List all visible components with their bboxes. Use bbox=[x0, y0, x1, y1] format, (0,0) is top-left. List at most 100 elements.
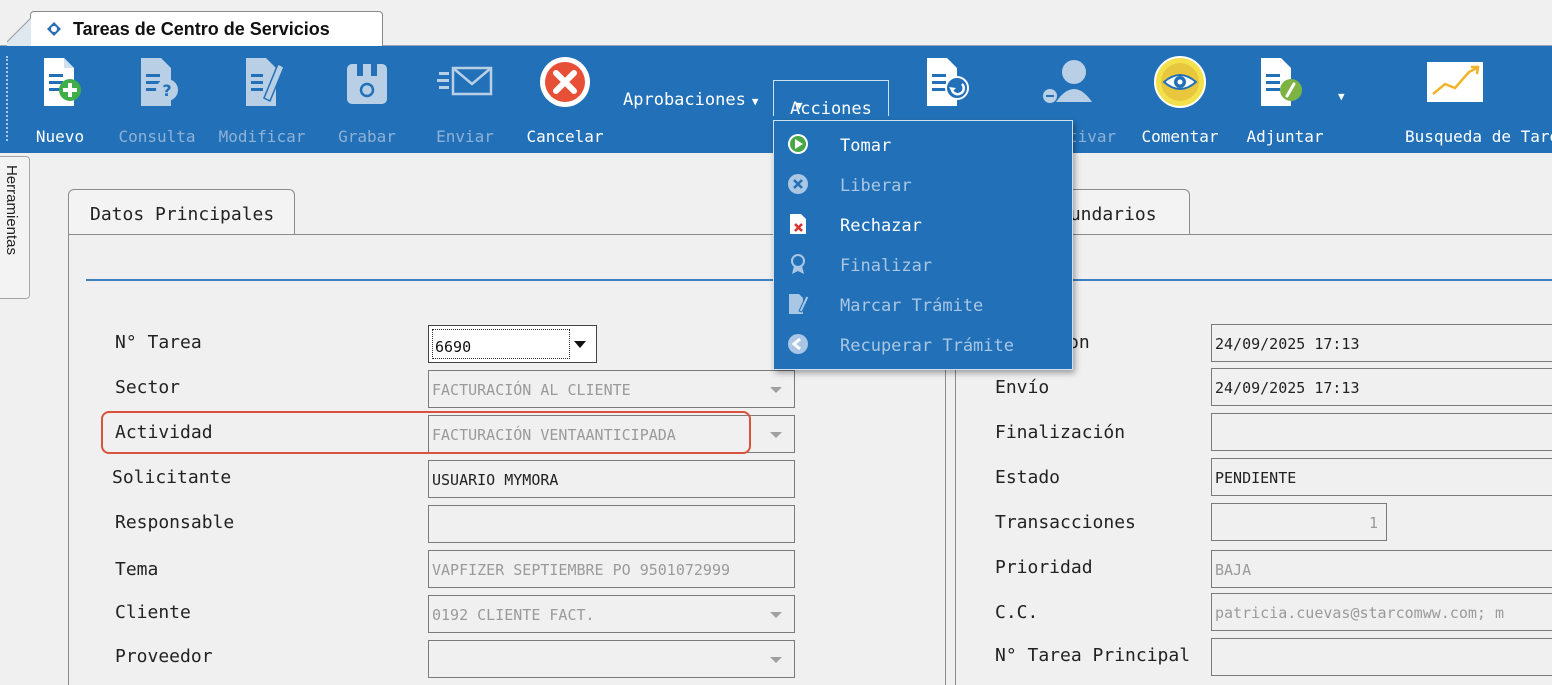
window-title-tab[interactable]: Tareas de Centro de Servicios bbox=[7, 11, 383, 47]
grabar-button[interactable]: Grabar bbox=[337, 54, 397, 146]
chevron-down-icon: ▼ bbox=[751, 95, 759, 108]
solicitante-value: USUARIO MYMORA bbox=[432, 471, 559, 489]
document-mark-icon bbox=[789, 294, 809, 314]
document-reject-icon bbox=[790, 214, 806, 234]
tema-label: Tema bbox=[115, 559, 159, 580]
menu-item-marcar-tramite-label: Marcar Trámite bbox=[840, 296, 984, 316]
mail-send-icon bbox=[437, 66, 493, 96]
acciones-menu[interactable]: Acciones ▼ bbox=[773, 80, 889, 119]
menu-item-liberar[interactable]: Liberar bbox=[774, 164, 1072, 204]
user-icon bbox=[1043, 60, 1092, 103]
document-return-icon bbox=[927, 58, 969, 106]
chevron-down-icon[interactable] bbox=[574, 341, 586, 348]
eye-icon bbox=[1154, 56, 1206, 108]
chevron-down-icon bbox=[770, 657, 782, 663]
menu-item-finalizar[interactable]: Finalizar bbox=[774, 244, 1072, 284]
creacion-field[interactable]: 24/09/2025 17:13 bbox=[1211, 324, 1552, 362]
consulta-label: Consulta bbox=[118, 127, 196, 146]
menu-item-rechazar-label: Rechazar bbox=[840, 216, 922, 236]
aprobaciones-menu[interactable]: Aprobaciones ▼ bbox=[623, 90, 758, 110]
consulta-button[interactable]: ? Consulta bbox=[118, 54, 196, 146]
save-icon bbox=[347, 64, 387, 104]
tarea-principal-label: N° Tarea Principal bbox=[995, 645, 1191, 666]
aprobaciones-label: Aprobaciones bbox=[623, 90, 746, 110]
finalizacion-field[interactable] bbox=[1211, 413, 1552, 451]
cc-value: patricia.cuevas@starcomww.com; m bbox=[1215, 604, 1504, 622]
cancelar-button[interactable]: Cancelar bbox=[526, 54, 604, 146]
adjuntar-button[interactable]: Adjuntar bbox=[1246, 54, 1324, 146]
enviar-label: Enviar bbox=[436, 127, 494, 146]
menu-item-finalizar-label: Finalizar bbox=[840, 256, 933, 276]
menu-item-recuperar-tramite[interactable]: Recuperar Trámite bbox=[774, 324, 1072, 364]
busqueda-tareas-label: Busqueda de Tareas bbox=[1405, 127, 1552, 146]
tarea-principal-field[interactable] bbox=[1211, 638, 1552, 676]
left-section-line bbox=[86, 279, 786, 281]
proveedor-select[interactable] bbox=[428, 640, 795, 678]
responsable-field[interactable] bbox=[428, 505, 795, 543]
chart-search-icon bbox=[1427, 62, 1483, 102]
solicitante-field[interactable]: USUARIO MYMORA bbox=[428, 460, 795, 498]
menu-item-recuperar-tramite-label: Recuperar Trámite bbox=[840, 336, 1014, 356]
envio-value: 24/09/2025 17:13 bbox=[1215, 379, 1360, 397]
cancel-icon bbox=[540, 57, 590, 107]
estado-label: Estado bbox=[995, 467, 1061, 488]
app-logo-icon bbox=[47, 22, 61, 36]
window-title: Tareas de Centro de Servicios bbox=[73, 19, 330, 39]
arrow-back-icon bbox=[788, 334, 808, 354]
cliente-select[interactable]: 0192 CLIENTE FACT. bbox=[428, 595, 795, 633]
adjuntar-label: Adjuntar bbox=[1246, 127, 1324, 146]
envio-label: Envío bbox=[995, 377, 1050, 398]
prioridad-field[interactable]: BAJA bbox=[1211, 550, 1552, 588]
comentar-label: Comentar bbox=[1141, 127, 1219, 146]
adjuntar-dropdown-icon[interactable]: ▼ bbox=[1338, 90, 1345, 103]
cc-label: C.C. bbox=[995, 602, 1039, 623]
modificar-button[interactable]: Modificar bbox=[219, 54, 305, 146]
transacciones-value: 1 bbox=[1368, 514, 1378, 532]
estado-field[interactable]: PENDIENTE bbox=[1211, 458, 1552, 496]
play-icon bbox=[788, 134, 808, 154]
document-add-icon bbox=[44, 58, 81, 106]
responsable-label: Responsable bbox=[115, 512, 235, 533]
tab-datos-principales-label: Datos Principales bbox=[90, 204, 275, 225]
chevron-down-icon bbox=[770, 387, 782, 393]
solicitante-label: Solicitante bbox=[112, 467, 232, 488]
cliente-value: 0192 CLIENTE FACT. bbox=[432, 606, 595, 624]
menu-item-tomar[interactable]: Tomar bbox=[774, 124, 1072, 164]
tarea-select-value: 6690 bbox=[432, 329, 570, 359]
svg-text:?: ? bbox=[162, 81, 171, 100]
toolbar-grip[interactable] bbox=[6, 56, 9, 141]
tarea-select[interactable]: 6690 bbox=[428, 325, 597, 363]
document-query-icon: ? bbox=[141, 58, 178, 106]
sector-select[interactable]: FACTURACIÓN AL CLIENTE bbox=[428, 370, 795, 408]
busqueda-tareas-button[interactable]: Busqueda de Tareas bbox=[1405, 54, 1552, 146]
cc-field[interactable]: patricia.cuevas@starcomww.com; m bbox=[1211, 593, 1552, 631]
tema-value: VAPFIZER SEPTIEMBRE PO 9501072999 bbox=[432, 561, 731, 579]
tab-datos-secundarios-label: cundarios bbox=[1059, 204, 1157, 225]
herramientas-label: Herramientas bbox=[3, 165, 20, 256]
comentar-button[interactable]: Comentar bbox=[1141, 54, 1219, 146]
prioridad-value: BAJA bbox=[1215, 561, 1252, 579]
transacciones-field[interactable]: 1 bbox=[1211, 503, 1387, 541]
proveedor-label: Proveedor bbox=[115, 646, 213, 667]
estado-value: PENDIENTE bbox=[1215, 469, 1297, 487]
chevron-down-icon bbox=[770, 432, 782, 438]
nuevo-button[interactable]: Nuevo bbox=[30, 54, 90, 146]
tema-field[interactable]: VAPFIZER SEPTIEMBRE PO 9501072999 bbox=[428, 550, 795, 588]
acciones-dropdown-menu: Tomar Liberar Rechazar Finalizar Marcar … bbox=[773, 120, 1073, 370]
envio-field[interactable]: 24/09/2025 17:13 bbox=[1211, 368, 1552, 406]
ribbon-icon bbox=[791, 254, 805, 274]
tarea-value: 6690 bbox=[435, 338, 472, 356]
app-window: Tareas de Centro de Servicios Nuevo ? Co… bbox=[0, 0, 1552, 685]
right-section-line bbox=[1070, 279, 1552, 281]
tarea-label: N° Tarea bbox=[115, 332, 202, 353]
modificar-label: Modificar bbox=[218, 127, 306, 146]
enviar-button[interactable]: Enviar bbox=[435, 54, 495, 146]
window-tab-strip: Tareas de Centro de Servicios bbox=[0, 0, 1552, 47]
grabar-label: Grabar bbox=[338, 127, 396, 146]
tab-datos-principales[interactable]: Datos Principales bbox=[68, 189, 295, 235]
document-edit-icon bbox=[246, 58, 284, 106]
herramientas-side-tab[interactable]: Herramientas bbox=[0, 156, 30, 299]
menu-item-marcar-tramite[interactable]: Marcar Trámite bbox=[774, 284, 1072, 324]
activar-label: tivar bbox=[1068, 127, 1117, 146]
menu-item-rechazar[interactable]: Rechazar bbox=[774, 204, 1072, 244]
